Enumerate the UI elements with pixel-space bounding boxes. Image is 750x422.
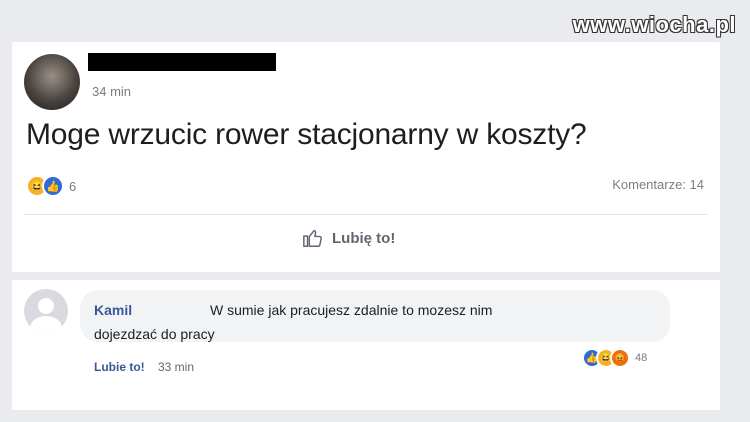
comment-reaction-count: 48 xyxy=(635,352,648,364)
comment-reactions[interactable]: 👍 😆 😡 48 xyxy=(578,346,652,370)
comment-bubble: Kamil W sumie jak pracujesz zdalnie to m… xyxy=(80,290,670,342)
author-avatar[interactable] xyxy=(24,54,80,110)
comments-count-link[interactable]: Komentarze: 14 xyxy=(612,177,704,192)
post-card: 34 min Moge wrzucic rower stacjonarny w … xyxy=(12,42,720,272)
commenter-avatar[interactable] xyxy=(24,289,68,333)
post-text: Moge wrzucic rower stacjonarny w koszty? xyxy=(26,118,587,151)
comment-text-line1: W sumie jak pracujesz zdalnie to mozesz … xyxy=(210,302,493,318)
site-watermark: www.wiocha.pl xyxy=(572,12,736,37)
comment-section: Kamil W sumie jak pracujesz zdalnie to m… xyxy=(12,280,720,410)
thumbs-up-icon xyxy=(303,229,322,247)
like-label: Lubię to! xyxy=(332,229,396,247)
comment-actions: Lubie to! 33 min xyxy=(94,360,194,374)
redacted-author-name xyxy=(88,53,276,71)
post-reactions[interactable]: 😆 👍 6 xyxy=(26,175,76,197)
post-timestamp[interactable]: 34 min xyxy=(92,84,131,99)
angry-reaction-icon: 😡 xyxy=(610,348,630,368)
like-button[interactable]: Lubię to! xyxy=(302,227,395,249)
reaction-count: 6 xyxy=(69,178,77,194)
comment-author[interactable]: Kamil xyxy=(94,302,132,318)
divider xyxy=(24,214,708,215)
like-reaction-icon: 👍 xyxy=(42,175,64,197)
comment-text-line2: dojezdzać do pracy xyxy=(94,326,215,342)
comment-like-button[interactable]: Lubie to! xyxy=(94,360,145,374)
comment-timestamp[interactable]: 33 min xyxy=(158,360,194,374)
